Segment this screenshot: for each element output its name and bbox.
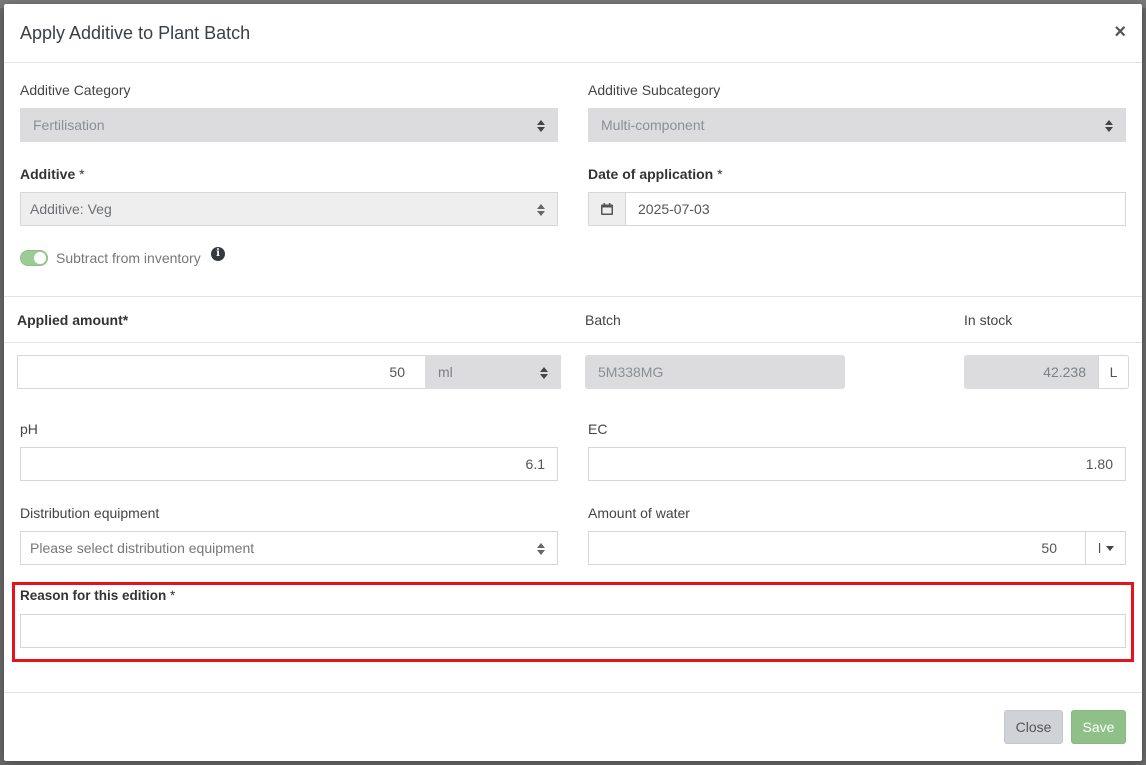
batch-label: Batch bbox=[585, 312, 621, 328]
close-button[interactable]: Close bbox=[1004, 710, 1063, 744]
ph-value: 6.1 bbox=[525, 456, 545, 472]
select-arrows-icon bbox=[1105, 119, 1113, 133]
subcategory-value: Multi-component bbox=[601, 117, 705, 133]
distribution-select[interactable]: Please select distribution equipment bbox=[20, 531, 558, 565]
ec-value: 1.80 bbox=[1085, 456, 1113, 472]
required-mark: * bbox=[717, 166, 723, 182]
toggle-knob bbox=[34, 252, 46, 264]
applied-amount-label: Applied amount* bbox=[17, 312, 129, 328]
required-mark: * bbox=[170, 588, 176, 603]
close-icon[interactable]: × bbox=[1114, 22, 1126, 42]
select-arrows-icon bbox=[537, 119, 545, 133]
ph-label: pH bbox=[20, 421, 38, 437]
additive-label-text: Additive bbox=[20, 166, 76, 182]
date-label-text: Date of application bbox=[588, 166, 714, 182]
reason-input[interactable] bbox=[20, 614, 1126, 648]
modal-title: Apply Additive to Plant Batch bbox=[20, 23, 251, 43]
modal-header: Apply Additive to Plant Batch × bbox=[4, 4, 1142, 63]
info-icon[interactable]: i bbox=[211, 247, 225, 261]
ec-label: EC bbox=[588, 421, 608, 437]
additive-select[interactable]: Additive: Veg bbox=[20, 192, 558, 226]
water-unit-value: l bbox=[1098, 540, 1102, 556]
applied-unit-value: ml bbox=[438, 364, 453, 380]
select-arrows-icon bbox=[537, 542, 545, 556]
water-value: 50 bbox=[1041, 540, 1057, 556]
select-arrows-icon bbox=[537, 203, 545, 217]
in-stock-label: In stock bbox=[964, 312, 1013, 328]
batch-field: 5M338MG bbox=[585, 355, 845, 389]
applied-amount-input[interactable]: 50 bbox=[17, 355, 426, 389]
reason-label: Reason for this edition * bbox=[20, 588, 175, 603]
apply-additive-modal: Apply Additive to Plant Batch × Additive… bbox=[4, 4, 1142, 761]
date-label: Date of application * bbox=[588, 166, 723, 182]
distribution-label: Distribution equipment bbox=[20, 505, 160, 521]
select-arrows-icon bbox=[540, 366, 548, 380]
in-stock-unit-value: L bbox=[1109, 364, 1118, 380]
applied-unit-select[interactable]: ml bbox=[425, 355, 561, 389]
in-stock-unit: L bbox=[1098, 355, 1129, 389]
category-select[interactable]: Fertilisation bbox=[20, 108, 558, 142]
save-button[interactable]: Save bbox=[1071, 710, 1126, 744]
subtract-inventory-label: Subtract from inventory bbox=[56, 250, 201, 266]
required-mark: * bbox=[79, 166, 85, 182]
date-input[interactable]: 2025-07-03 bbox=[625, 192, 1126, 226]
subcategory-select[interactable]: Multi-component bbox=[588, 108, 1126, 142]
ec-input[interactable]: 1.80 bbox=[588, 447, 1126, 481]
subtract-inventory-toggle[interactable] bbox=[20, 250, 48, 266]
additive-value: Additive: Veg bbox=[30, 201, 112, 217]
date-value: 2025-07-03 bbox=[638, 201, 710, 217]
water-input[interactable]: 50 bbox=[588, 531, 1086, 565]
caret-down-icon bbox=[1106, 545, 1115, 551]
reason-label-text: Reason for this edition bbox=[20, 588, 167, 603]
header-row-divider bbox=[4, 342, 1142, 343]
ph-input[interactable]: 6.1 bbox=[20, 447, 558, 481]
in-stock-value: 42.238 bbox=[1043, 364, 1086, 380]
calendar-addon[interactable] bbox=[588, 192, 626, 226]
batch-value: 5M338MG bbox=[598, 364, 664, 380]
category-label: Additive Category bbox=[20, 82, 131, 98]
section-divider bbox=[4, 296, 1142, 297]
water-label: Amount of water bbox=[588, 505, 690, 521]
distribution-placeholder: Please select distribution equipment bbox=[30, 540, 255, 556]
calendar-icon bbox=[601, 203, 613, 215]
footer-divider bbox=[4, 692, 1142, 693]
subcategory-label: Additive Subcategory bbox=[588, 82, 721, 98]
water-unit-dropdown[interactable]: l bbox=[1085, 531, 1126, 565]
applied-amount-value: 50 bbox=[389, 364, 405, 380]
in-stock-field: 42.238 bbox=[964, 355, 1099, 389]
category-value: Fertilisation bbox=[33, 117, 105, 133]
additive-label: Additive * bbox=[20, 166, 85, 182]
